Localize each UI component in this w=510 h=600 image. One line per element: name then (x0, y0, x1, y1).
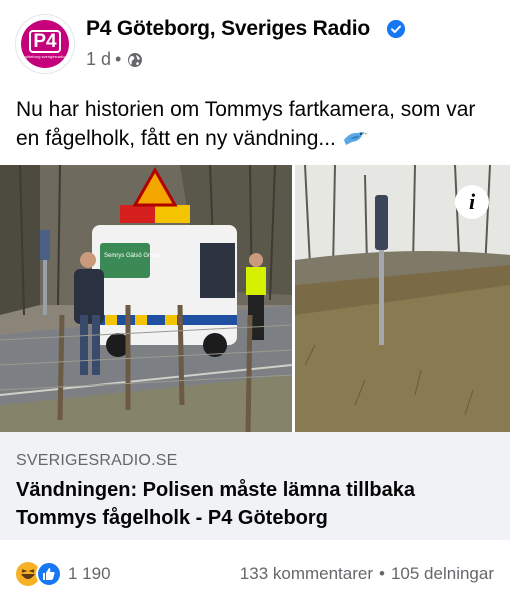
shares-count[interactable]: 105 delningar (391, 564, 494, 584)
link-title[interactable]: Vändningen: Polisen måste lämna tillbaka… (16, 476, 496, 532)
page-name[interactable]: P4 Göteborg, Sveriges Radio (86, 17, 370, 41)
avatar-sub-text: göteborg sverigesradio (24, 53, 66, 59)
post-text-body: Nu har historien om Tommys fartkamera, s… (16, 98, 476, 150)
comments-count[interactable]: 133 kommentarer (240, 564, 373, 584)
page-avatar[interactable]: P4 göteborg sverigesradio (15, 14, 75, 74)
stats-right: 133 kommentarer • 105 delningar (240, 564, 494, 584)
like-icon (36, 561, 62, 587)
info-icon[interactable]: i (455, 185, 489, 219)
meta-separator: • (115, 49, 122, 69)
bird-emoji (343, 132, 368, 145)
verified-badge-icon (387, 20, 405, 38)
link-domain: SVERIGESRADIO.SE (16, 452, 178, 469)
post-text: Nu har historien om Tommys fartkamera, s… (16, 95, 496, 153)
reaction-icons[interactable] (15, 561, 65, 587)
photo-police-van[interactable]: Semrys Gälsö Group (0, 165, 292, 432)
post-meta: 1 d • (86, 49, 143, 70)
post-header: P4 göteborg sverigesradio P4 Göteborg, S… (0, 0, 510, 80)
post-time[interactable]: 1 d (86, 49, 111, 70)
stats-separator: • (379, 564, 385, 583)
van-logo-text: Semrys Gälsö Group (104, 253, 161, 259)
post-stats: 1 190 133 kommentarer • 105 delningar (0, 545, 510, 600)
link-preview[interactable]: SVERIGESRADIO.SE Vändningen: Polisen mås… (0, 432, 510, 540)
globe-icon (128, 52, 143, 67)
photo-area[interactable]: Semrys Gälsö Group (0, 165, 510, 432)
avatar-logo-text: P4 (29, 29, 61, 53)
reaction-count[interactable]: 1 190 (68, 564, 111, 584)
p4-logo: P4 göteborg sverigesradio (21, 20, 69, 68)
